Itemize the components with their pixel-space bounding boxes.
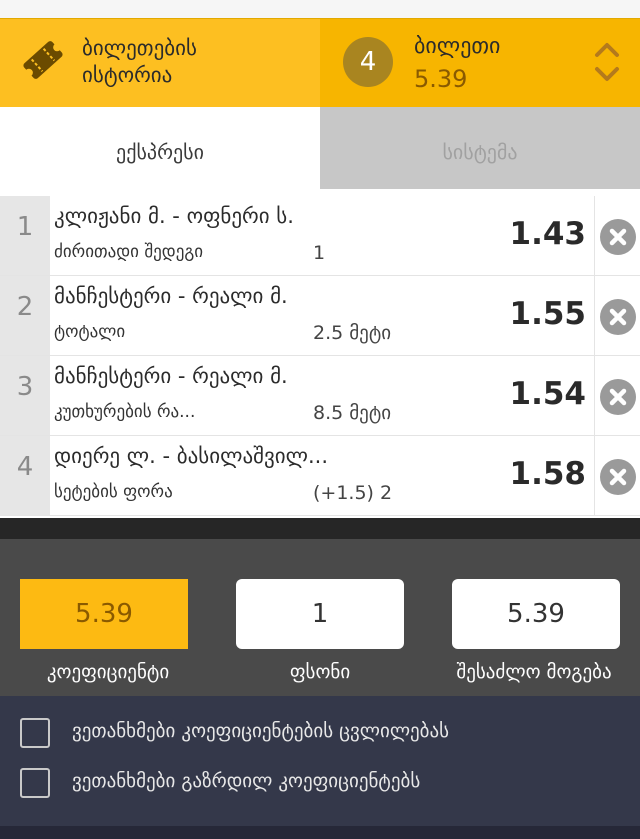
coefficient-label: კოეფიციენტი [46,661,170,683]
betslip-title: ბილეთი [414,34,501,59]
bet-pick: 1 [313,242,326,264]
stake-label: ფსონი [289,661,351,683]
bet-event: მანჩესტერი - რეალი მ. [54,364,288,388]
bet-pick: 2.5 მეტი [313,322,392,344]
top-strip [0,0,640,18]
accept-changes-checkbox[interactable] [20,718,50,748]
bet-row: 4 დიერე ლ. - ბასილაშვილ... სეტების ფორა … [0,436,640,516]
bet-market: სეტების ფორა [54,482,173,502]
bet-odd: 1.54 [509,376,587,412]
betslip-header: ბილეთების ისტორია 4 ბილეთი 5.39 [0,18,640,107]
bet-index: 3 [0,356,50,435]
close-circle-icon [600,299,636,335]
chevron-up-down-icon[interactable] [592,37,622,87]
bet-odd: 1.58 [509,456,587,492]
bet-type-tabs: ექსპრესი სისტემა [0,107,640,189]
bet-odd: 1.55 [509,296,587,332]
possible-win-display: 5.39 [452,579,620,649]
bet-market: ძირითადი შედეგი [54,242,204,262]
remove-bet-button[interactable] [594,276,640,355]
tab-express[interactable]: ექსპრესი [0,107,320,189]
close-circle-icon [600,379,636,415]
bet-row: 2 მანჩესტერი - რეალი მ. ტოტალი 2.5 მეტი … [0,276,640,356]
remove-bet-button[interactable] [594,436,640,515]
accept-increased-label[interactable]: ვეთანხმები გაზრდილ კოეფიციენტებს [72,770,420,792]
close-circle-icon [600,459,636,495]
bet-count-badge: 4 [343,37,393,87]
stake-panel: 5.39 1 5.39 კოეფიციენტი ფსონი შესაძლო მო… [0,539,640,696]
bet-pick: (+1.5) 2 [313,482,393,504]
bet-index: 1 [0,196,50,275]
ticket-icon [23,41,63,79]
bet-index: 4 [0,436,50,515]
close-circle-icon [600,219,636,255]
bet-event: დიერე ლ. - ბასილაშვილ... [54,444,328,468]
tab-system[interactable]: სისტემა [320,107,640,189]
betslip-total-odds: 5.39 [414,65,468,93]
bet-index: 2 [0,276,50,355]
ticket-history-label: ბილეთების ისტორია [82,36,197,87]
betslip-summary[interactable]: 4 ბილეთი 5.39 [320,18,640,107]
accept-changes-label[interactable]: ვეთანხმები კოეფიციენტების ცვლილებას [72,720,449,742]
accept-increased-checkbox[interactable] [20,768,50,798]
bet-market: კუთხურების რა... [54,402,196,422]
bet-row: 3 მანჩესტერი - რეალი მ. კუთხურების რა...… [0,356,640,436]
bottom-strip [0,826,640,839]
coefficient-display: 5.39 [20,579,188,649]
bet-pick: 8.5 მეტი [313,402,392,424]
bet-event: კლიჟანი მ. - ოფნერი ს. [54,204,294,228]
bet-row: 1 კლიჟანი მ. - ოფნერი ს. ძირითადი შედეგი… [0,196,640,276]
bet-market: ტოტალი [54,322,126,342]
divider-bar [0,518,640,539]
remove-bet-button[interactable] [594,196,640,275]
bet-odd: 1.43 [509,216,587,252]
stake-input[interactable]: 1 [236,579,404,649]
agreements-panel: ვეთანხმები კოეფიციენტების ცვლილებას ვეთა… [0,696,640,839]
possible-win-label: შესაძლო მოგება [456,661,612,683]
remove-bet-button[interactable] [594,356,640,435]
bet-event: მანჩესტერი - რეალი მ. [54,284,288,308]
bet-list: 1 კლიჟანი მ. - ოფნერი ს. ძირითადი შედეგი… [0,196,640,518]
ticket-history-button[interactable]: ბილეთების ისტორია [0,18,320,107]
